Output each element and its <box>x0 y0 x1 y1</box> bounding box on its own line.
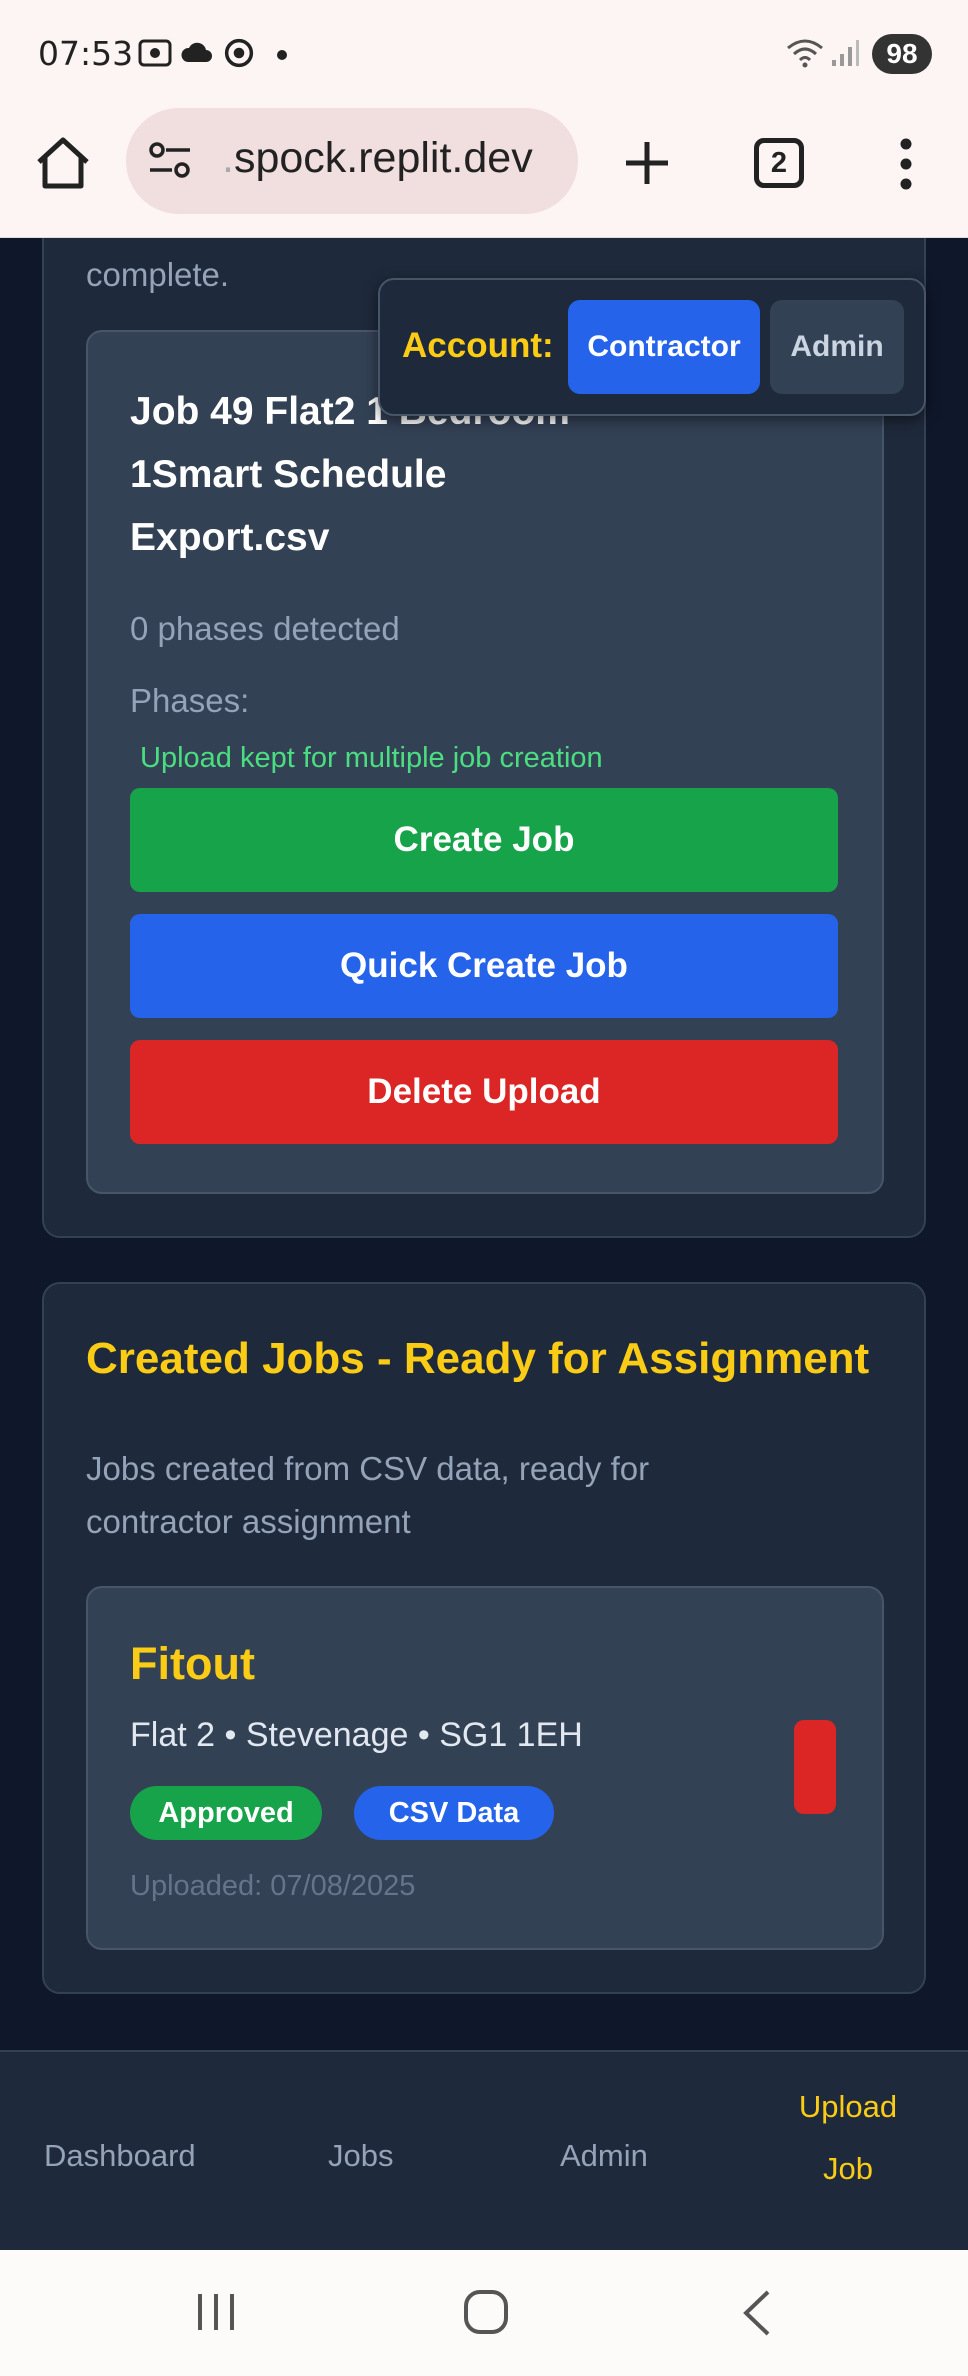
site-info-icon[interactable] <box>148 140 192 180</box>
browser-toolbar: .spock.replit.dev 2 <box>0 108 968 238</box>
cloud-icon <box>181 42 212 62</box>
create-job-button[interactable]: Create Job <box>130 788 838 892</box>
nav-admin[interactable]: Admin <box>560 2138 648 2174</box>
battery-indicator: 98 <box>872 34 932 74</box>
url-host: spock.replit.dev <box>233 134 533 182</box>
signal-icon <box>832 40 859 66</box>
url-prefix: . <box>222 134 234 182</box>
screenshot-icon <box>138 39 172 67</box>
created-jobs-description-line1: Jobs created from CSV data, ready for <box>86 1450 650 1487</box>
nav-upload-job-line2: Job <box>823 2151 873 2186</box>
upload-title-line3: Export.csv <box>130 516 330 559</box>
system-nav-bar <box>0 2250 968 2376</box>
nav-upload-job-line1: Upload <box>798 2089 898 2124</box>
job-card[interactable]: Fitout Flat 2 • Stevenage • SG1 1EH Appr… <box>86 1586 884 1950</box>
upload-kept-note: Upload kept for multiple job creation <box>140 742 603 774</box>
created-jobs-panel: Created Jobs - Ready for Assignment Jobs… <box>42 1282 926 1994</box>
created-jobs-heading: Created Jobs - Ready for Assignment <box>86 1334 870 1383</box>
address-bar[interactable]: .spock.replit.dev <box>126 108 578 214</box>
home-icon[interactable] <box>34 136 92 190</box>
nav-jobs[interactable]: Jobs <box>328 2138 393 2174</box>
upload-title-line2: 1Smart Schedule <box>130 453 447 496</box>
delete-upload-button[interactable]: Delete Upload <box>130 1040 838 1144</box>
account-admin-button[interactable]: Admin <box>770 300 904 394</box>
new-tab-icon[interactable] <box>622 138 672 188</box>
home-button-icon[interactable] <box>462 2288 510 2336</box>
panel-tail-text: complete. <box>86 256 230 293</box>
job-source-badge: CSV Data <box>354 1786 554 1840</box>
upload-card: Job 49 Flat2 1 Bedroom 1Smart Schedule E… <box>86 330 884 1194</box>
account-contractor-button[interactable]: Contractor <box>568 300 760 394</box>
recent-apps-icon[interactable] <box>194 2290 238 2334</box>
job-location: Flat 2 • Stevenage • SG1 1EH <box>130 1716 583 1754</box>
whatsapp-icon <box>224 38 254 68</box>
phases-label: Phases: <box>130 682 250 719</box>
created-jobs-description-line2: contractor assignment <box>86 1503 411 1540</box>
bottom-nav: Dashboard Jobs Admin Upload Job <box>0 2050 968 2250</box>
phases-detected: 0 phases detected <box>130 610 400 647</box>
job-uploaded-date: Uploaded: 07/08/2025 <box>130 1870 416 1902</box>
wifi-icon <box>787 39 823 68</box>
status-time: 07:53 <box>38 34 134 73</box>
menu-icon[interactable] <box>894 136 918 192</box>
job-status-badge: Approved <box>130 1786 322 1840</box>
quick-create-job-button[interactable]: Quick Create Job <box>130 914 838 1018</box>
tabs-icon[interactable]: 2 <box>754 138 804 188</box>
notification-dot <box>277 50 287 60</box>
account-switcher: Account: Contractor Admin <box>378 278 926 416</box>
account-label: Account: <box>402 326 554 365</box>
url-text: .spock.replit.dev <box>222 134 533 183</box>
nav-upload-job[interactable]: Upload Job <box>788 2076 908 2200</box>
created-jobs-description: Jobs created from CSV data, ready for co… <box>86 1442 649 1548</box>
job-title: Fitout <box>130 1638 255 1689</box>
page-content: complete. Job 49 Flat2 1 Bedroom 1Smart … <box>0 238 968 2050</box>
job-delete-button[interactable] <box>794 1720 836 1814</box>
nav-dashboard[interactable]: Dashboard <box>44 2138 196 2174</box>
status-bar: 07:53 98 <box>0 0 968 108</box>
back-icon[interactable] <box>738 2288 774 2338</box>
